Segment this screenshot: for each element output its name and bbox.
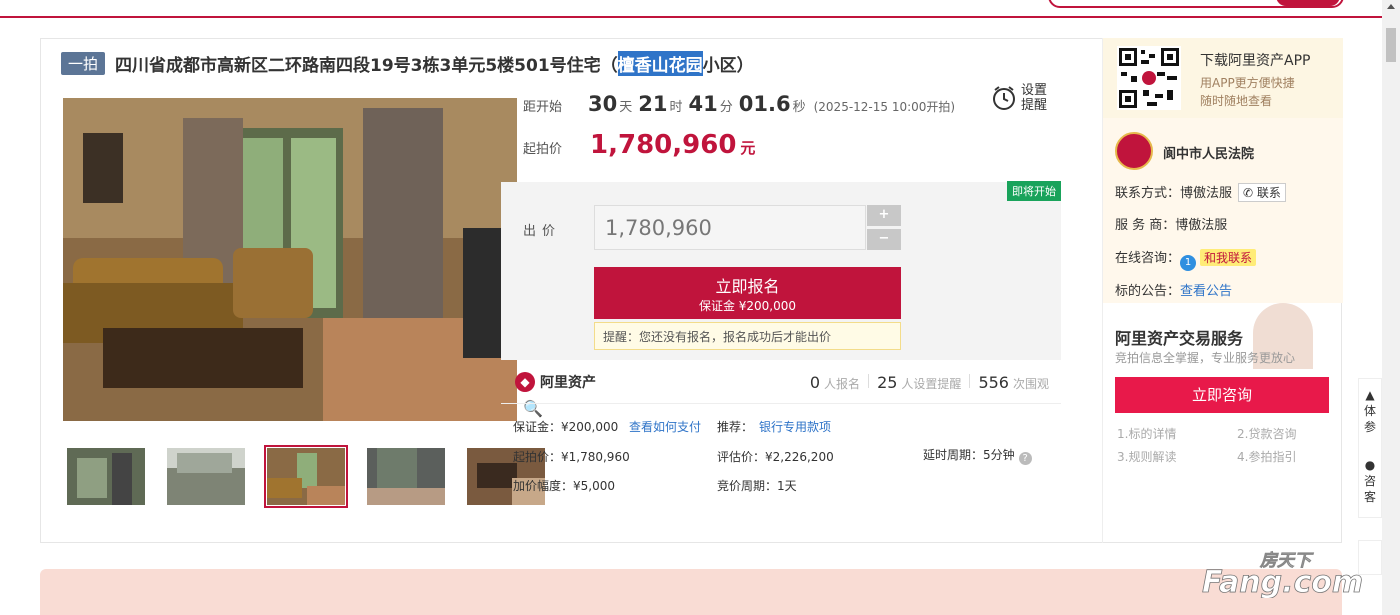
countdown-label: 距开始: [523, 100, 563, 115]
start-price-row: 起拍价 1,780,960 元: [523, 130, 755, 160]
alarm-clock-icon: [993, 86, 1015, 110]
scroll-up-icon[interactable]: [1387, 4, 1395, 9]
bank-link[interactable]: 银行专用款项: [759, 418, 831, 435]
signup-deposit: 保证金 ¥200,000: [698, 299, 797, 313]
online-row: 在线咨询： 1 和我联系: [1115, 247, 1257, 271]
detail-delay: 延时周期：5分钟?: [923, 446, 1032, 465]
increase-button[interactable]: +: [867, 205, 901, 226]
next-section-header: [40, 569, 1342, 615]
auction-info-panel: 距开始 30 天 21 时 41 分 01.6 秒 (2025-12-15 10…: [501, 78, 1061, 178]
view-count: 556: [978, 373, 1009, 392]
ali-assets-logo: ◆ 阿里资产: [515, 372, 596, 392]
start-time: (2025-12-15 10:00开拍): [813, 100, 956, 114]
chat-icon: 1: [1180, 255, 1197, 271]
set-reminder-button[interactable]: 设置 提醒: [991, 83, 1047, 113]
faq-item-1[interactable]: 1.标的详情: [1117, 425, 1176, 442]
reminder-count: 25: [877, 373, 898, 392]
countdown-seconds: 01.6: [738, 92, 791, 116]
consult-button[interactable]: 立即咨询: [1115, 377, 1329, 413]
countdown-hours: 21: [638, 92, 668, 116]
reminder-line2: 提醒: [1021, 98, 1048, 113]
float-avatar-icon: ●: [1364, 458, 1376, 472]
thumbnail-1[interactable]: [67, 448, 145, 505]
thumbnail-strip: [67, 445, 545, 508]
detail-cycle: 竞价周期：1天: [717, 479, 797, 493]
status-badge: 即将开始: [1007, 181, 1061, 201]
ali-logo-icon: ◆: [515, 372, 535, 392]
start-price-unit: 元: [740, 139, 756, 157]
court-info: 阆中市人民法院 联系方式：博傲法服 ✆ 联系 服 务 商：博傲法服 在线咨询： 1 和…: [1103, 118, 1343, 303]
notice-link[interactable]: 查看公告: [1180, 284, 1232, 299]
countdown-minutes-unit: 分: [719, 100, 733, 115]
contact-button[interactable]: ✆ 联系: [1238, 183, 1286, 202]
detail-appraisal: 评估价：¥2,226,200: [717, 450, 834, 464]
notice-row: 标的公告：查看公告: [1115, 284, 1233, 299]
qr-code: [1117, 46, 1181, 110]
countdown-days: 30: [588, 92, 618, 116]
phone-icon: ✆: [1243, 186, 1254, 200]
detail-increment: 加价幅度：¥5,000: [513, 479, 615, 493]
reminder-line1: 设置: [1021, 83, 1048, 98]
title-highlight: 檀香山花园: [617, 51, 703, 76]
bid-area: 即将开始 出价 1,780,960 + − 立即报名 保证金 ¥200,000 …: [501, 181, 1061, 360]
detail-start-price: 起拍价：¥1,780,960: [513, 450, 630, 464]
countdown-hours-unit: 时: [669, 100, 683, 115]
auction-stats: ◆ 阿里资产 0 人报名 25 人设置提醒 556 次围观: [501, 364, 1061, 404]
faq-item-3[interactable]: 3.规则解读: [1117, 448, 1176, 465]
signup-count: 0: [809, 373, 821, 392]
auction-type-tag: 一拍: [61, 52, 106, 75]
fang-watermark: 房天下 Fang.com: [1200, 548, 1385, 601]
signup-label: 立即报名: [715, 277, 780, 296]
decrease-button[interactable]: −: [867, 229, 901, 250]
countdown-seconds-unit: 秒: [792, 100, 806, 115]
how-to-pay-link[interactable]: 查看如何支付: [629, 418, 701, 435]
app-title: 下载阿里资产APP: [1200, 53, 1311, 69]
search-button[interactable]: 搜索: [1276, 0, 1340, 6]
bid-stepper[interactable]: + −: [867, 205, 901, 253]
start-price-label: 起拍价: [523, 142, 563, 157]
signup-tip: 提醒：您还没有报名，报名成功后才能出价: [594, 322, 901, 350]
start-price-value: 1,780,960: [590, 130, 737, 160]
countdown-days-unit: 天: [619, 100, 633, 115]
thumbnail-4[interactable]: [367, 448, 445, 505]
search-box[interactable]: 搜索: [1048, 0, 1344, 8]
app-download[interactable]: 下载阿里资产APP 用APP更方便快捷 随时随地查看: [1103, 38, 1343, 118]
bid-label: 出价: [523, 224, 562, 239]
title-text: 四川省成都市高新区二环路南四段19号3栋3单元5楼501号住宅（: [115, 56, 618, 76]
main-photo[interactable]: [63, 98, 517, 421]
thumbnail-2[interactable]: [167, 448, 245, 505]
contact-row: 联系方式：博傲法服 ✆ 联系: [1115, 182, 1286, 202]
app-desc: 用APP更方便快捷 随时随地查看: [1200, 76, 1295, 108]
scrollbar-thumb[interactable]: [1386, 28, 1396, 62]
faq-item-4[interactable]: 4.参拍指引: [1237, 448, 1296, 465]
page-title: 一拍 四川省成都市高新区二环路南四段19号3栋3单元5楼501号住宅（ 檀香山花园…: [61, 51, 754, 76]
float-icon-1: ▲: [1365, 388, 1375, 402]
court-name: 阆中市人民法院: [1163, 147, 1255, 162]
help-icon[interactable]: ?: [1018, 452, 1032, 465]
court-emblem-icon: [1115, 132, 1153, 170]
stats-numbers: 0 人报名 25 人设置提醒 556 次围观: [809, 373, 1049, 392]
recommend-label: 推荐：: [717, 420, 754, 434]
countdown-row: 距开始 30 天 21 时 41 分 01.6 秒 (2025-12-15 10…: [523, 92, 955, 116]
title-suffix: 小区）: [702, 56, 754, 76]
deposit-text: 保证金：¥200,000: [513, 420, 619, 434]
service-subtitle: 竞拍信息全掌握，专业服务更放心: [1115, 351, 1296, 365]
scrollbar[interactable]: [1382, 0, 1400, 615]
top-nav-bar: 搜索: [0, 0, 1382, 18]
svg-text:Fang.com: Fang.com: [1202, 565, 1363, 598]
chat-button[interactable]: 和我联系: [1200, 249, 1257, 266]
service-box: 阿里资产交易服务 竞拍信息全掌握，专业服务更放心 立即咨询 1.标的详情 2.贷…: [1103, 303, 1343, 543]
provider-row: 服 务 商：博傲法服: [1115, 218, 1228, 233]
service-title: 阿里资产交易服务: [1115, 329, 1244, 348]
faq-item-2[interactable]: 2.贷款咨询: [1237, 425, 1296, 442]
signup-button[interactable]: 立即报名 保证金 ¥200,000: [594, 267, 901, 319]
bid-input[interactable]: 1,780,960: [594, 205, 866, 250]
countdown-minutes: 41: [688, 92, 718, 116]
floating-toolbar[interactable]: ▲ 体 参 ● 咨 客: [1358, 378, 1382, 518]
thumbnail-3[interactable]: [264, 445, 348, 508]
right-sidebar: 下载阿里资产APP 用APP更方便快捷 随时随地查看 阆中市人民法院 联系方式：…: [1102, 38, 1343, 543]
